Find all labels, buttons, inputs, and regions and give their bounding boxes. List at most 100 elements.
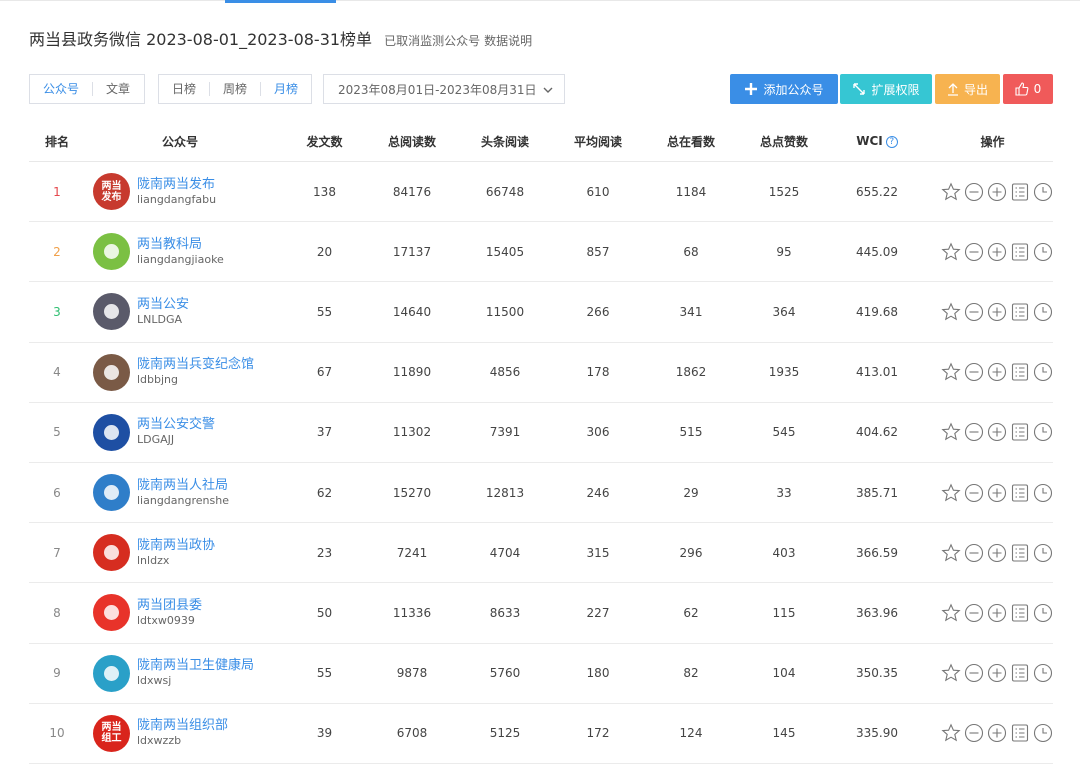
avatar-emblem	[104, 665, 119, 681]
avatar[interactable]: 两当组工	[93, 714, 130, 752]
clock-icon[interactable]	[1033, 362, 1053, 382]
col-avg-reads[interactable]: 平均阅读	[560, 133, 636, 150]
list-icon[interactable]	[1010, 362, 1030, 382]
list-icon[interactable]	[1010, 422, 1030, 442]
rank-cell: 4	[53, 365, 61, 380]
plus-circle-icon[interactable]	[987, 422, 1007, 442]
star-icon[interactable]	[941, 302, 961, 322]
star-icon[interactable]	[941, 242, 961, 262]
table-body: 1 两当发布 陇南两当发布 liangdangfabu 138 84176 66748 610…	[29, 162, 1053, 764]
table-row: 7 陇南两当政协 lnldzx 23 7241 4704 315 296 403 366.59	[29, 523, 1053, 584]
clock-icon[interactable]	[1033, 182, 1053, 202]
account-name-link[interactable]: 陇南两当政协	[137, 538, 255, 553]
avatar[interactable]	[93, 474, 130, 512]
avatar[interactable]	[93, 413, 130, 451]
account-name-link[interactable]: 两当团县委	[137, 598, 255, 613]
plus-circle-icon[interactable]	[987, 603, 1007, 623]
col-rank[interactable]: 排名	[29, 133, 85, 150]
star-icon[interactable]	[941, 723, 961, 743]
add-account-button[interactable]: 添加公众号	[730, 74, 838, 104]
plus-circle-icon[interactable]	[987, 543, 1007, 563]
clock-icon[interactable]	[1033, 302, 1053, 322]
account-name-link[interactable]: 陇南两当人社局	[137, 478, 255, 493]
rank-cell: 3	[53, 304, 61, 319]
star-icon[interactable]	[941, 362, 961, 382]
star-icon[interactable]	[941, 422, 961, 442]
clock-icon[interactable]	[1033, 422, 1053, 442]
col-headline-reads[interactable]: 头条阅读	[450, 133, 560, 150]
minus-circle-icon[interactable]	[964, 302, 984, 322]
minus-circle-icon[interactable]	[964, 182, 984, 202]
plus-circle-icon[interactable]	[987, 362, 1007, 382]
plus-circle-icon[interactable]	[987, 182, 1007, 202]
date-range-select[interactable]: 2023年08月01日-2023年08月31日	[323, 74, 565, 104]
list-icon[interactable]	[1010, 723, 1030, 743]
plus-circle-icon[interactable]	[987, 663, 1007, 683]
minus-circle-icon[interactable]	[964, 422, 984, 442]
clock-icon[interactable]	[1033, 543, 1053, 563]
minus-circle-icon[interactable]	[964, 663, 984, 683]
plus-circle-icon[interactable]	[987, 723, 1007, 743]
plus-circle-icon[interactable]	[987, 302, 1007, 322]
clock-icon[interactable]	[1033, 723, 1053, 743]
list-icon[interactable]	[1010, 543, 1030, 563]
minus-circle-icon[interactable]	[964, 723, 984, 743]
list-icon[interactable]	[1010, 483, 1030, 503]
avatar[interactable]	[93, 654, 130, 692]
list-icon[interactable]	[1010, 663, 1030, 683]
col-total-likes[interactable]: 总点赞数	[746, 133, 822, 150]
avatar[interactable]	[93, 233, 130, 271]
clock-icon[interactable]	[1033, 603, 1053, 623]
minus-circle-icon[interactable]	[964, 483, 984, 503]
like-button[interactable]: 0	[1003, 74, 1053, 104]
account-name-link[interactable]: 两当公安交警	[137, 417, 255, 432]
cancelled-accounts-link[interactable]: 已取消监测公众号	[384, 32, 480, 49]
clock-icon[interactable]	[1033, 663, 1053, 683]
account-name-link[interactable]: 两当教科局	[137, 237, 255, 252]
account-name-link[interactable]: 陇南两当卫生健康局	[137, 658, 255, 673]
plus-circle-icon[interactable]	[987, 242, 1007, 262]
clock-icon[interactable]	[1033, 483, 1053, 503]
minus-circle-icon[interactable]	[964, 242, 984, 262]
account-name-link[interactable]: 陇南两当组织部	[137, 718, 255, 733]
col-total-reads[interactable]: 总阅读数	[374, 133, 450, 150]
account-info: 两当公安交警 LDGAJJ	[137, 417, 255, 447]
minus-circle-icon[interactable]	[964, 603, 984, 623]
minus-circle-icon[interactable]	[964, 362, 984, 382]
avatar[interactable]	[93, 534, 130, 572]
export-button[interactable]: 导出	[935, 74, 1000, 104]
tab-accounts[interactable]: 公众号	[30, 82, 92, 96]
list-icon[interactable]	[1010, 242, 1030, 262]
tab-monthly[interactable]: 月榜	[260, 82, 311, 96]
list-icon[interactable]	[1010, 182, 1030, 202]
account-cell: 陇南两当兵变纪念馆 ldbbjng	[85, 353, 275, 391]
tab-daily[interactable]: 日榜	[159, 82, 209, 96]
account-cell: 两当教科局 liangdangjiaoke	[85, 233, 275, 271]
help-icon[interactable]: ?	[885, 135, 898, 148]
col-posts[interactable]: 发文数	[275, 133, 374, 150]
avatar[interactable]	[93, 594, 130, 632]
minus-circle-icon[interactable]	[964, 543, 984, 563]
star-icon[interactable]	[941, 182, 961, 202]
avatar[interactable]	[93, 353, 130, 391]
star-icon[interactable]	[941, 603, 961, 623]
star-icon[interactable]	[941, 543, 961, 563]
account-name-link[interactable]: 陇南两当发布	[137, 177, 255, 192]
clock-icon[interactable]	[1033, 242, 1053, 262]
data-explanation-link[interactable]: 数据说明	[484, 32, 532, 49]
account-name-link[interactable]: 两当公安	[137, 297, 255, 312]
col-total-watching[interactable]: 总在看数	[636, 133, 746, 150]
plus-circle-icon[interactable]	[987, 483, 1007, 503]
tab-weekly[interactable]: 周榜	[209, 82, 260, 96]
tab-articles[interactable]: 文章	[92, 82, 143, 96]
col-wci[interactable]: WCI?	[822, 134, 932, 148]
account-name-link[interactable]: 陇南两当兵变纪念馆	[137, 357, 255, 372]
star-icon[interactable]	[941, 482, 961, 503]
date-range-value: 2023年08月01日-2023年08月31日	[338, 82, 537, 97]
list-icon[interactable]	[1010, 302, 1030, 322]
avatar[interactable]: 两当发布	[93, 173, 130, 211]
expand-permission-button[interactable]: 扩展权限	[840, 74, 932, 104]
star-icon[interactable]	[941, 663, 961, 683]
avatar[interactable]	[93, 293, 130, 331]
list-icon[interactable]	[1010, 603, 1030, 623]
